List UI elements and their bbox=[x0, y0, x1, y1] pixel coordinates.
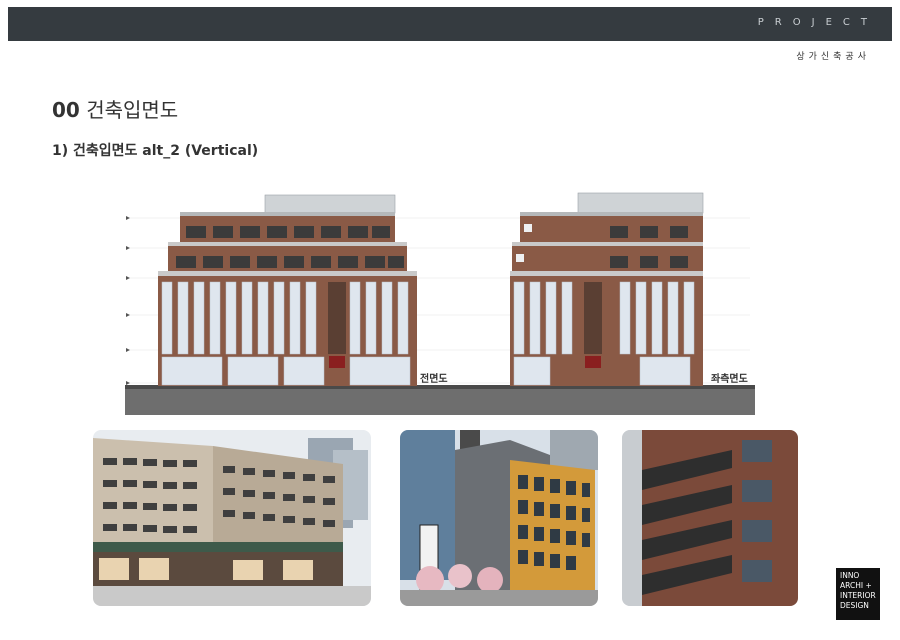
front-elevation-label: 전면도 bbox=[420, 374, 448, 385]
rendering-photo-street bbox=[93, 430, 371, 606]
rendering-photo-orange-facade bbox=[400, 430, 598, 606]
section-title: 1) 건축입면도 alt_2 (Vertical) bbox=[52, 143, 259, 159]
project-label: PROJECT bbox=[757, 17, 878, 28]
logo-line-2: ARCHI + bbox=[840, 581, 872, 590]
project-subtitle: 상가신축공사 bbox=[796, 52, 870, 62]
page-title-text: 건축입면도 bbox=[86, 98, 179, 122]
elevation-drawing: 전면도 좌측면도 bbox=[110, 185, 770, 420]
left-elevation-label: 좌측면도 bbox=[711, 374, 748, 385]
rendering-photo-balcony bbox=[622, 430, 798, 606]
page-title: 00 건축입면도 bbox=[52, 94, 178, 123]
logo-line-1: INNO bbox=[840, 571, 860, 580]
page-number: 00 bbox=[52, 98, 80, 122]
logo-line-3: INTERIOR bbox=[840, 591, 876, 600]
logo-line-4: DESIGN bbox=[840, 601, 869, 610]
company-logo: INNO ARCHI + INTERIOR DESIGN bbox=[836, 568, 880, 620]
